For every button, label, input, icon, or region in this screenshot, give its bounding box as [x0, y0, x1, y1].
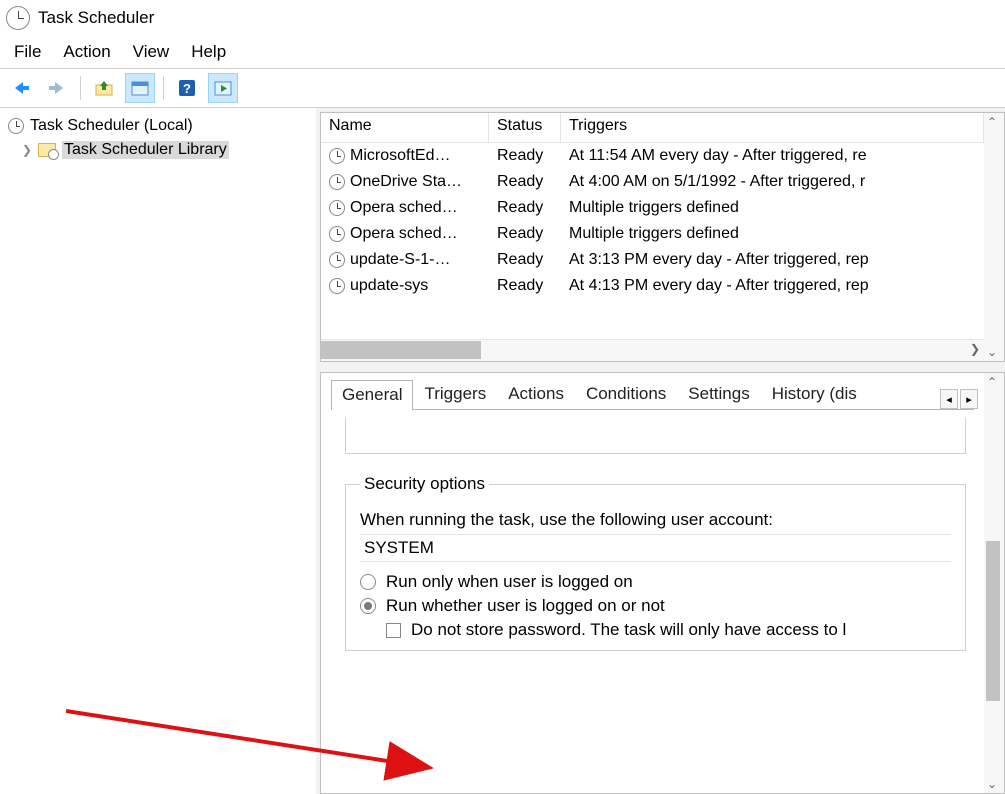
scroll-down-icon[interactable]: ⌄ [987, 777, 997, 791]
tab-general-body: Security options When running the task, … [321, 410, 984, 793]
task-details-panel: General Triggers Actions Conditions Sett… [320, 372, 1005, 794]
scroll-up-icon[interactable]: ⌃ [987, 115, 997, 129]
task-name: MicrosoftEd… [350, 147, 450, 165]
scroll-down-icon[interactable]: ⌄ [987, 345, 997, 359]
col-name-header[interactable]: Name [321, 113, 489, 142]
nav-back-button[interactable] [6, 73, 36, 103]
task-list-panel: Name Status Triggers MicrosoftEd…ReadyAt… [320, 112, 1005, 362]
task-status: Ready [489, 199, 561, 217]
list-header: Name Status Triggers [321, 113, 984, 143]
radio-run-whether-label: Run whether user is logged on or not [386, 596, 665, 616]
tree-library[interactable]: ❯ Task Scheduler Library [4, 138, 311, 162]
task-row[interactable]: MicrosoftEd… ReadyAt 11:54 AM every day -… [321, 143, 984, 169]
tab-conditions[interactable]: Conditions [575, 379, 677, 409]
help-button[interactable]: ? [172, 73, 202, 103]
clock-icon [329, 200, 345, 216]
task-row[interactable]: update-S-1-… ReadyAt 3:13 PM every day - … [321, 247, 984, 273]
details-vertical-scrollbar[interactable]: ⌃ ⌄ [984, 373, 1004, 793]
clock-icon [329, 174, 345, 190]
tabbar: General Triggers Actions Conditions Sett… [321, 373, 984, 409]
tree-root-label: Task Scheduler (Local) [30, 117, 193, 135]
task-row[interactable]: Opera sched… ReadyMultiple triggers defin… [321, 195, 984, 221]
task-row[interactable]: update-sys ReadyAt 4:13 PM every day - Af… [321, 273, 984, 299]
clock-icon [8, 118, 24, 134]
task-status: Ready [489, 225, 561, 243]
task-triggers: At 11:54 AM every day - After triggered,… [561, 147, 984, 165]
window-title: Task Scheduler [38, 8, 154, 28]
description-field-truncated[interactable] [345, 418, 966, 454]
tab-scroll-right[interactable]: ▸ [960, 389, 978, 409]
tab-settings[interactable]: Settings [677, 379, 760, 409]
tab-triggers[interactable]: Triggers [413, 379, 497, 409]
radio-run-whether[interactable] [360, 598, 376, 614]
tab-history[interactable]: History (dis [761, 379, 868, 409]
horizontal-splitter[interactable] [320, 362, 1005, 372]
menu-help[interactable]: Help [191, 42, 226, 62]
task-status: Ready [489, 147, 561, 165]
tab-actions[interactable]: Actions [497, 379, 575, 409]
col-status-header[interactable]: Status [489, 113, 561, 142]
security-account-label: When running the task, use the following… [360, 510, 951, 530]
task-status: Ready [489, 251, 561, 269]
col-triggers-header[interactable]: Triggers [561, 113, 984, 142]
clock-icon [329, 226, 345, 242]
toolbar: ? [0, 68, 1005, 108]
clock-icon [6, 6, 30, 30]
svg-text:?: ? [183, 81, 191, 96]
nav-forward-button[interactable] [42, 73, 72, 103]
up-one-level-button[interactable] [89, 73, 119, 103]
toolbar-separator [80, 76, 81, 100]
task-triggers: At 4:13 PM every day - After triggered, … [561, 277, 984, 295]
task-status: Ready [489, 173, 561, 191]
scrollbar-thumb[interactable] [986, 541, 1000, 701]
radio-run-logged-on-label: Run only when user is logged on [386, 572, 633, 592]
right-pane: Name Status Triggers MicrosoftEd…ReadyAt… [316, 108, 1005, 794]
scrollbar-thumb[interactable] [321, 341, 481, 359]
tree-pane: Task Scheduler (Local) ❯ Task Scheduler … [0, 108, 316, 794]
task-name: Opera sched… [350, 225, 458, 243]
folder-clock-icon [38, 143, 56, 157]
task-row[interactable]: OneDrive Sta… ReadyAt 4:00 AM on 5/1/1992… [321, 169, 984, 195]
clock-icon [329, 252, 345, 268]
chevron-right-icon[interactable]: ❯ [22, 143, 32, 157]
task-row[interactable]: Opera sched… ReadyMultiple triggers defin… [321, 221, 984, 247]
task-triggers: Multiple triggers defined [561, 199, 984, 217]
tree-root[interactable]: Task Scheduler (Local) [4, 114, 311, 138]
radio-run-logged-on[interactable] [360, 574, 376, 590]
list-rows: MicrosoftEd…ReadyAt 11:54 AM every day -… [321, 143, 984, 339]
task-triggers: At 3:13 PM every day - After triggered, … [561, 251, 984, 269]
security-options-group: Security options When running the task, … [345, 474, 966, 651]
menubar: File Action View Help [0, 36, 1005, 68]
clock-icon [329, 278, 345, 294]
tab-scroll-left[interactable]: ◂ [940, 389, 958, 409]
task-triggers: Multiple triggers defined [561, 225, 984, 243]
scroll-right-icon[interactable]: ❯ [970, 342, 980, 356]
tab-general[interactable]: General [331, 380, 413, 410]
menu-view[interactable]: View [133, 42, 170, 62]
task-name: update-sys [350, 277, 428, 295]
checkbox-do-not-store-password[interactable] [386, 623, 401, 638]
scroll-up-icon[interactable]: ⌃ [987, 375, 997, 389]
toolbar-separator [163, 76, 164, 100]
titlebar: Task Scheduler [0, 0, 1005, 36]
menu-file[interactable]: File [14, 42, 41, 62]
vertical-scrollbar[interactable]: ⌃ ⌄ [984, 113, 1004, 361]
task-name: OneDrive Sta… [350, 173, 462, 191]
security-options-legend: Security options [360, 474, 489, 494]
horizontal-scrollbar[interactable]: ❮ ❯ [321, 339, 984, 361]
task-name: update-S-1-… [350, 251, 451, 269]
checkbox-do-not-store-password-label: Do not store password. The task will onl… [411, 620, 846, 640]
task-triggers: At 4:00 AM on 5/1/1992 - After triggered… [561, 173, 984, 191]
task-status: Ready [489, 277, 561, 295]
clock-icon [329, 148, 345, 164]
security-account-value: SYSTEM [360, 534, 951, 562]
properties-button[interactable] [125, 73, 155, 103]
tree-library-label: Task Scheduler Library [62, 141, 229, 159]
run-button[interactable] [208, 73, 238, 103]
menu-action[interactable]: Action [63, 42, 110, 62]
task-name: Opera sched… [350, 199, 458, 217]
